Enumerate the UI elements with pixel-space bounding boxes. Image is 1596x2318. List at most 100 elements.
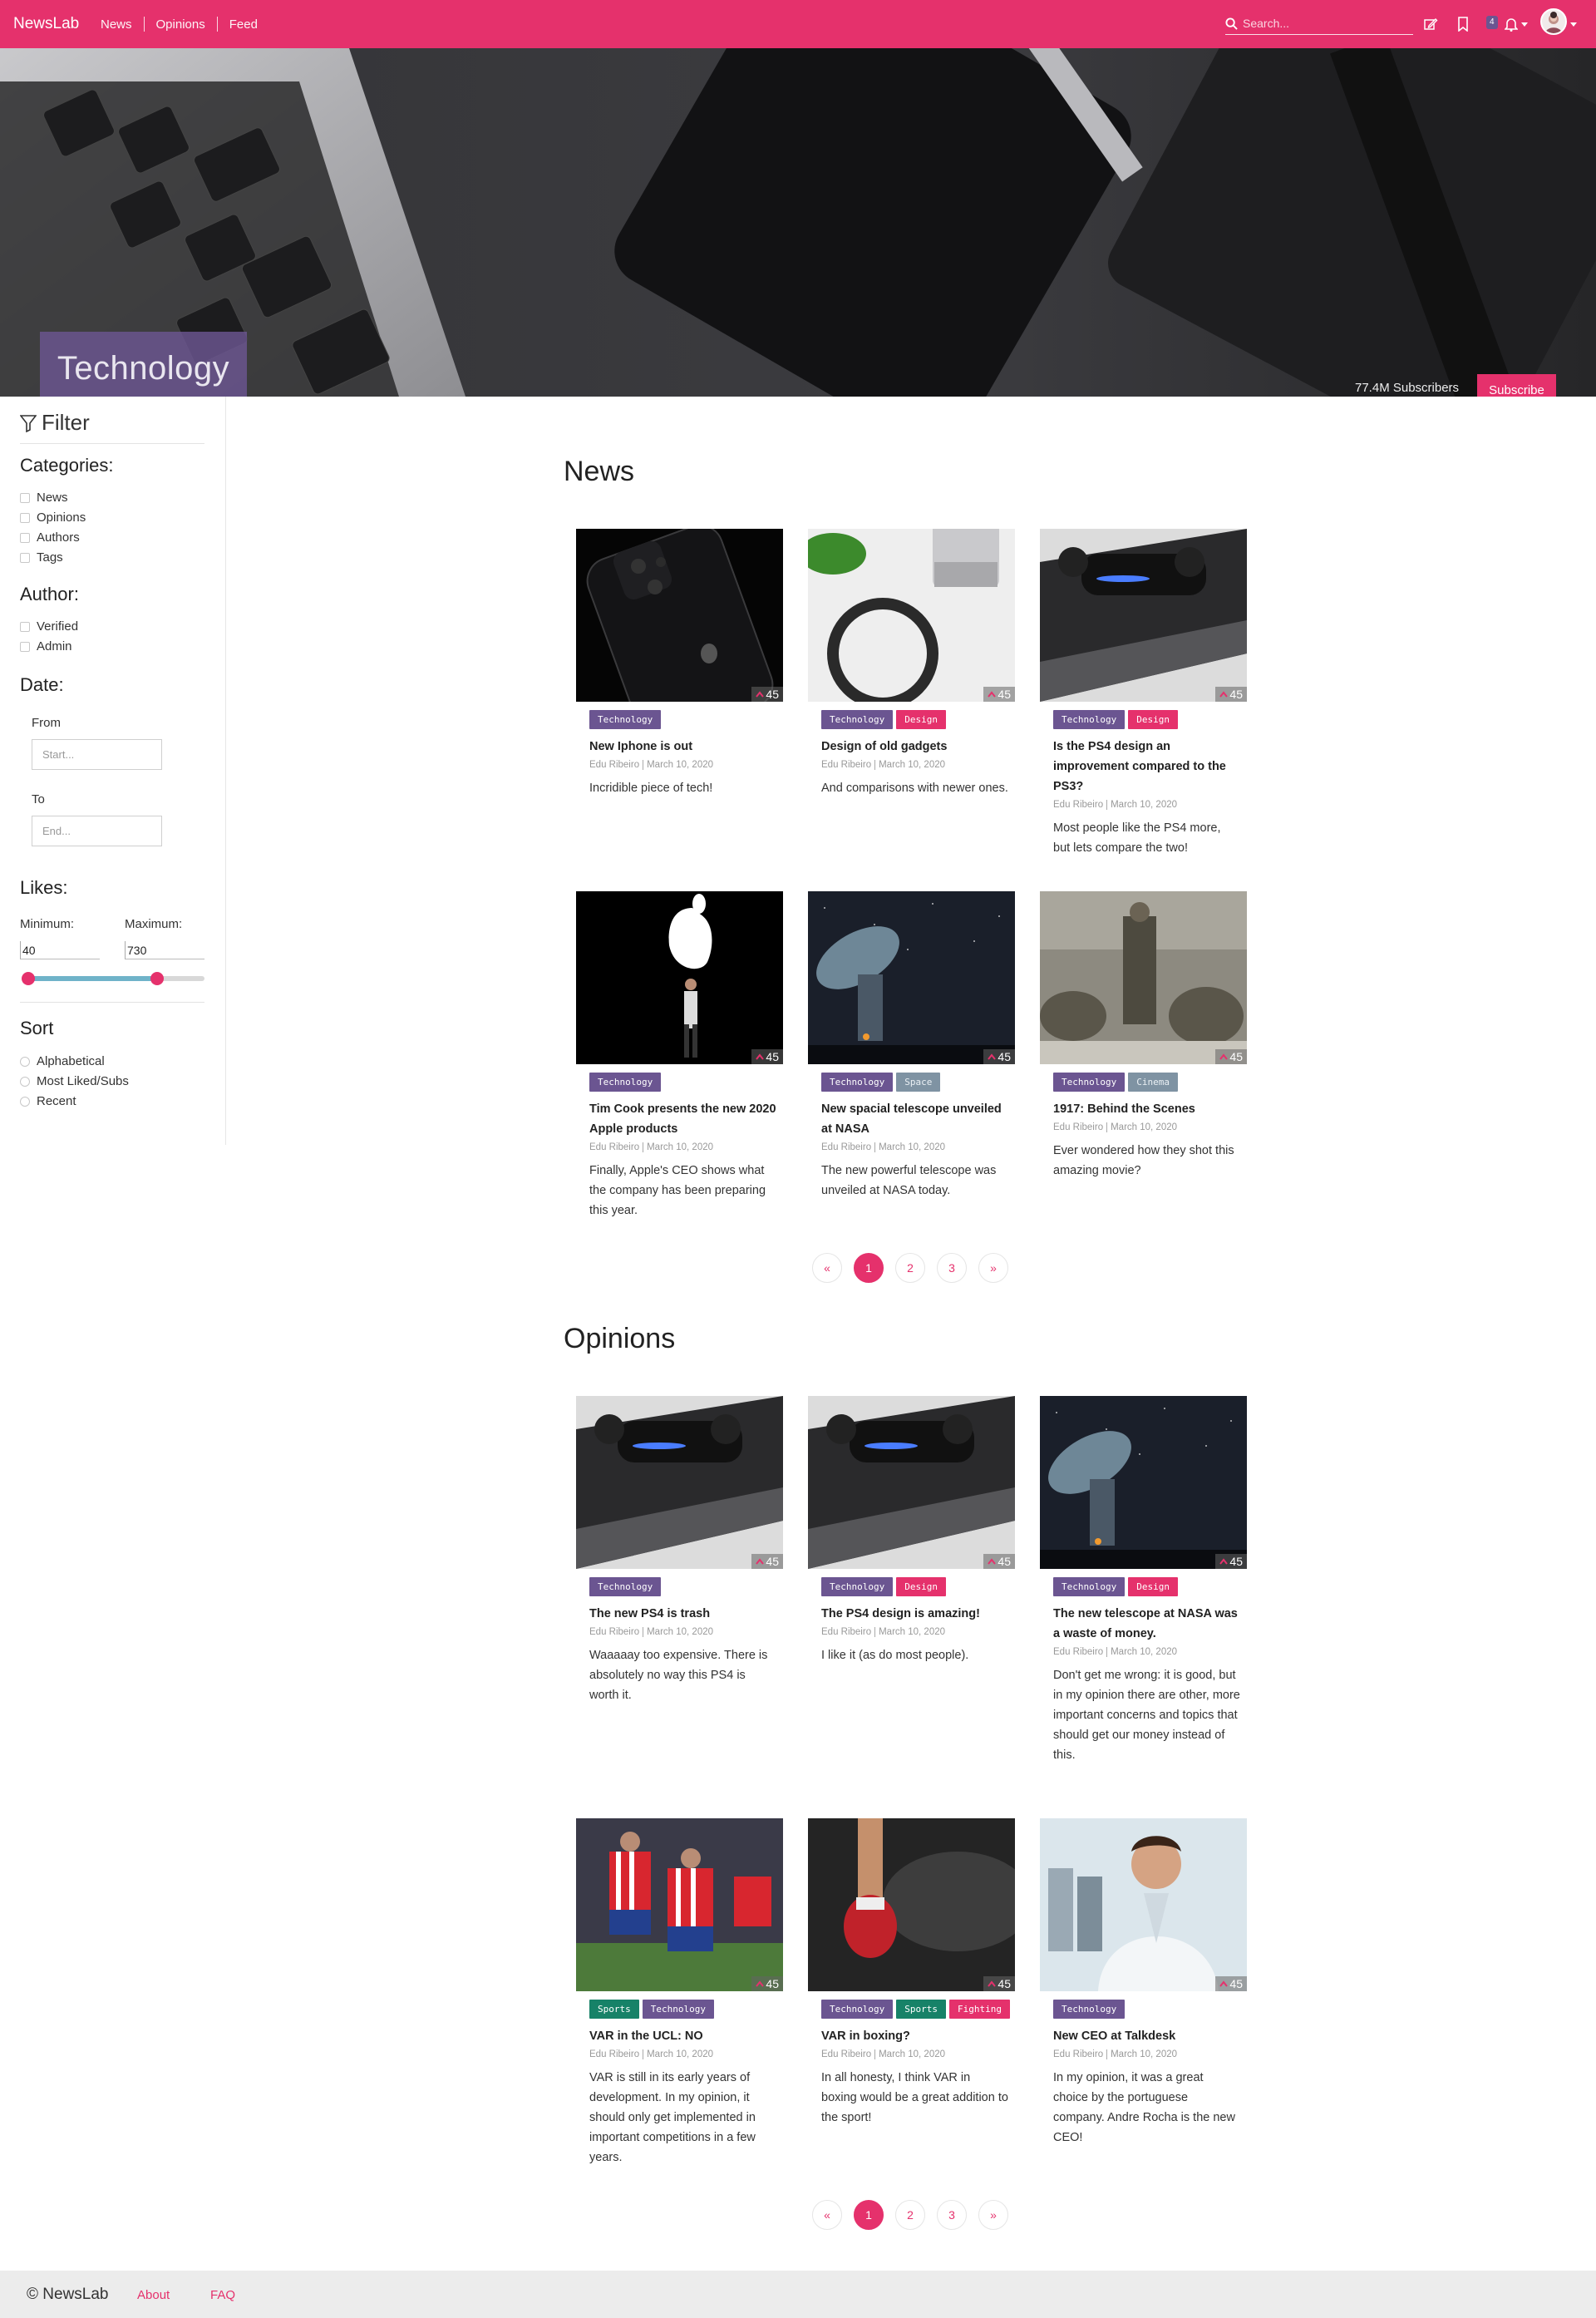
article-author[interactable]: Edu Ribeiro <box>1053 800 1103 810</box>
article-title[interactable]: The new PS4 is trash <box>589 1604 776 1624</box>
article-title[interactable]: 1917: Behind the Scenes <box>1053 1099 1240 1119</box>
tag-badge[interactable]: Technology <box>821 710 894 729</box>
tag-badge[interactable]: Technology <box>642 2000 714 2019</box>
tag-badge[interactable]: Space <box>896 1073 941 1092</box>
article-image[interactable]: 45 <box>1040 1818 1247 1991</box>
tag-badge[interactable]: Technology <box>1053 1577 1126 1596</box>
category-checkbox-news[interactable]: News <box>20 491 68 505</box>
tag-badge[interactable]: Design <box>1128 710 1178 729</box>
article-title[interactable]: New CEO at Talkdesk <box>1053 2026 1240 2046</box>
article-author[interactable]: Edu Ribeiro <box>821 2049 871 2059</box>
likes-max-input[interactable]: 730 <box>125 941 204 959</box>
pagination-page-3[interactable]: 3 <box>937 2200 967 2230</box>
checkbox[interactable] <box>20 532 30 543</box>
tag-badge[interactable]: Design <box>896 1577 946 1596</box>
range-max-handle[interactable] <box>150 972 164 985</box>
category-checkbox-tags[interactable]: Tags <box>20 550 63 565</box>
pagination-next[interactable]: » <box>978 1253 1008 1283</box>
tag-badge[interactable]: Sports <box>896 2000 946 2019</box>
tag-badge[interactable]: Fighting <box>948 2000 1010 2019</box>
footer-link-faq[interactable]: FAQ <box>210 2288 235 2302</box>
notification-dropdown-caret-icon[interactable] <box>1521 22 1528 27</box>
sort-radio-most-liked[interactable]: Most Liked/Subs <box>20 1074 129 1088</box>
tag-badge[interactable]: Design <box>896 710 946 729</box>
article-card[interactable]: 45 Technology Cinema 1917: Behind the Sce… <box>1040 891 1247 1181</box>
article-title[interactable]: New Iphone is out <box>589 737 776 757</box>
tag-badge[interactable]: Technology <box>589 1073 662 1092</box>
article-author[interactable]: Edu Ribeiro <box>589 1142 639 1152</box>
tag-badge[interactable]: Technology <box>589 1577 662 1596</box>
checkbox[interactable] <box>20 641 30 652</box>
author-checkbox-verified[interactable]: Verified <box>20 619 78 634</box>
article-image[interactable]: 45 <box>576 1396 783 1569</box>
date-to-input[interactable]: End... <box>32 816 162 846</box>
article-image[interactable]: 45 <box>808 891 1015 1064</box>
avatar[interactable] <box>1540 8 1567 35</box>
article-title[interactable]: VAR in the UCL: NO <box>589 2026 776 2046</box>
tag-badge[interactable]: Technology <box>1053 1073 1126 1092</box>
subscribe-button[interactable]: Subscribe <box>1477 374 1556 397</box>
article-card[interactable]: 45 Technology Design Design of old gadget… <box>808 529 1015 798</box>
tag-badge[interactable]: Technology <box>821 1577 894 1596</box>
pagination-page-2[interactable]: 2 <box>895 1253 925 1283</box>
footer-link-about[interactable]: About <box>137 2288 170 2302</box>
article-card[interactable]: 45 Technology New Iphone is out Edu Ribe… <box>576 529 783 798</box>
checkbox[interactable] <box>20 492 30 503</box>
tag-badge[interactable]: Technology <box>589 710 662 729</box>
tag-badge[interactable]: Technology <box>821 1073 894 1092</box>
pagination-page-2[interactable]: 2 <box>895 2200 925 2230</box>
article-title[interactable]: The PS4 design is amazing! <box>821 1604 1008 1624</box>
pagination-prev[interactable]: « <box>812 1253 842 1283</box>
range-min-handle[interactable] <box>22 972 35 985</box>
tag-badge[interactable]: Design <box>1128 1577 1178 1596</box>
checkbox[interactable] <box>20 512 30 523</box>
article-card[interactable]: 45 Technology Design The new telescope at… <box>1040 1396 1247 1765</box>
article-image[interactable]: 45 <box>808 1396 1015 1569</box>
article-image[interactable]: 45 <box>1040 1396 1247 1569</box>
date-from-input[interactable]: Start... <box>32 739 162 770</box>
article-card[interactable]: 45 Technology Design The PS4 design is am… <box>808 1396 1015 1665</box>
tag-badge[interactable]: Technology <box>1053 710 1126 729</box>
radio-button[interactable] <box>20 1096 30 1107</box>
article-image[interactable]: 45 <box>1040 529 1247 702</box>
article-card[interactable]: 45 Technology Design Is the PS4 design an… <box>1040 529 1247 858</box>
article-title[interactable]: Design of old gadgets <box>821 737 1008 757</box>
article-author[interactable]: Edu Ribeiro <box>821 760 871 770</box>
tag-badge[interactable]: Sports <box>589 2000 639 2019</box>
article-title[interactable]: Is the PS4 design an improvement compare… <box>1053 737 1240 797</box>
nav-link-opinions[interactable]: Opinions <box>145 17 217 32</box>
checkbox[interactable] <box>20 621 30 632</box>
article-image[interactable]: 45 <box>576 529 783 702</box>
article-title[interactable]: VAR in boxing? <box>821 2026 1008 2046</box>
checkbox[interactable] <box>20 552 30 563</box>
article-image[interactable]: 45 <box>808 1818 1015 1991</box>
article-author[interactable]: Edu Ribeiro <box>589 760 639 770</box>
article-author[interactable]: Edu Ribeiro <box>589 2049 639 2059</box>
article-card[interactable]: 45 Sports Technology VAR in the UCL: NO E… <box>576 1818 783 2168</box>
pagination-page-1[interactable]: 1 <box>854 2200 884 2230</box>
article-image[interactable]: 45 <box>808 529 1015 702</box>
bookmark-icon[interactable] <box>1454 15 1472 33</box>
article-title[interactable]: Tim Cook presents the new 2020 Apple pro… <box>589 1099 776 1139</box>
edit-icon[interactable] <box>1421 15 1440 33</box>
tag-badge[interactable]: Cinema <box>1128 1073 1178 1092</box>
author-checkbox-admin[interactable]: Admin <box>20 639 72 653</box>
bell-icon[interactable] <box>1502 15 1520 33</box>
article-title[interactable]: New spacial telescope unveiled at NASA <box>821 1099 1008 1139</box>
sort-radio-alphabetical[interactable]: Alphabetical <box>20 1054 105 1068</box>
article-card[interactable]: 45 Technology Space New spacial telescope… <box>808 891 1015 1201</box>
pagination-next[interactable]: » <box>978 2200 1008 2230</box>
article-title[interactable]: The new telescope at NASA was a waste of… <box>1053 1604 1240 1644</box>
user-dropdown-caret-icon[interactable] <box>1570 22 1577 27</box>
pagination-page-3[interactable]: 3 <box>937 1253 967 1283</box>
tag-badge[interactable]: Technology <box>821 2000 894 2019</box>
article-author[interactable]: Edu Ribeiro <box>821 1142 871 1152</box>
nav-link-feed[interactable]: Feed <box>218 17 269 32</box>
brand-logo[interactable]: NewsLab <box>13 15 79 33</box>
category-checkbox-opinions[interactable]: Opinions <box>20 510 86 525</box>
article-card[interactable]: 45 Technology Tim Cook presents the new … <box>576 891 783 1221</box>
article-image[interactable]: 45 <box>576 1818 783 1991</box>
article-image[interactable]: 45 <box>576 891 783 1064</box>
sort-radio-recent[interactable]: Recent <box>20 1094 76 1108</box>
likes-min-input[interactable]: 40 <box>20 941 100 959</box>
